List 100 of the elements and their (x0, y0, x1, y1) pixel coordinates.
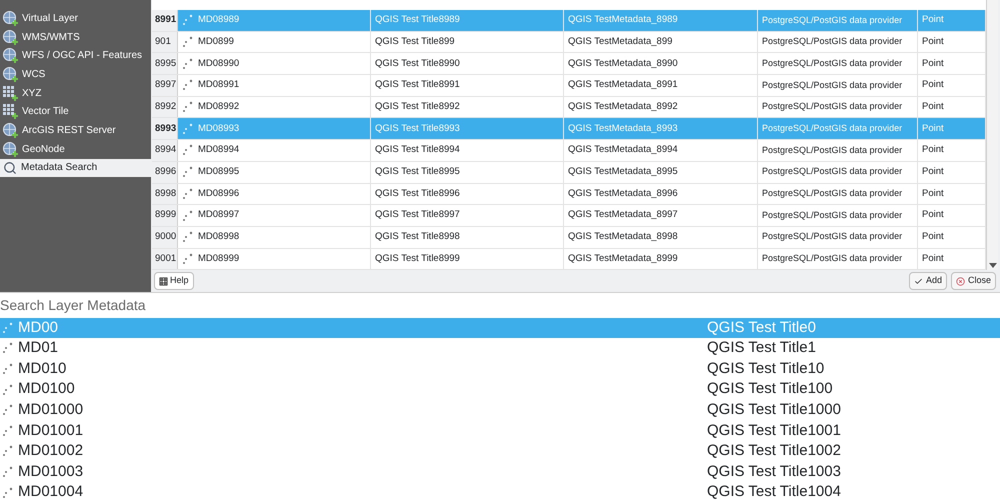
sidebar-item[interactable]: ArcGIS REST Server (0, 121, 151, 140)
close-icon (956, 276, 965, 286)
result-id: MD00 (18, 318, 60, 338)
table-cell: PostgreSQL/PostGIS data provider (758, 184, 918, 204)
result-row[interactable]: MD01003 QGIS Test Title1003 (0, 462, 1000, 482)
point-layer-icon (2, 404, 14, 416)
result-id: MD01004 (18, 482, 84, 500)
table-row[interactable]: 8996 MD08995 QGIS Test Title8995 QGIS TestMetadata_8995 PostgreSQL/PostGIS data provider Point (152, 162, 986, 184)
grid-plus-icon (3, 104, 18, 120)
table-cell: QGIS TestMetadata_8998 (564, 226, 758, 248)
table-cell: PostgreSQL/PostGIS data provider (758, 96, 918, 118)
table-cell: PostgreSQL/PostGIS data provider (758, 226, 918, 248)
table-cell: QGIS Test Title8994 (371, 140, 564, 161)
point-layer-icon (182, 36, 194, 48)
scroll-down-icon[interactable] (988, 263, 996, 268)
close-button[interactable]: Close (950, 272, 996, 290)
table-cell: PostgreSQL/PostGIS data provider (758, 118, 918, 140)
result-title: QGIS Test Title1001 (707, 420, 841, 441)
table-cell: PostgreSQL/PostGIS data provider (758, 248, 918, 270)
result-id: MD010 (18, 358, 68, 379)
table-cell: PostgreSQL/PostGIS data provider (758, 53, 918, 74)
scrollbar[interactable] (986, 0, 998, 270)
table-row[interactable]: 8999 MD08997 QGIS Test Title8997 QGIS TestMetadata_8997 PostgreSQL/PostGIS data provider Point (152, 205, 986, 227)
table-cell: MD08992 (178, 96, 371, 118)
row-header: 9001 (152, 248, 178, 270)
result-row[interactable]: MD01001 QGIS Test Title1001 (0, 420, 1000, 442)
sidebar-item[interactable]: WCS (0, 65, 151, 84)
row-header: 8991 (152, 10, 178, 31)
result-id: MD0100 (18, 379, 76, 400)
table-row[interactable]: 8993 MD08993 QGIS Test Title8993 QGIS TestMetadata_8993 PostgreSQL/PostGIS data provider Point (152, 118, 986, 140)
table-cell: QGIS TestMetadata_8989 (564, 10, 758, 31)
table-row[interactable]: 8991 MD08989 QGIS Test Title8989 QGIS TestMetadata_8989 PostgreSQL/PostGIS data provider Point (152, 10, 986, 32)
row-header: 8997 (152, 75, 178, 96)
table-row[interactable]: 901 MD0899 QGIS Test Title899 QGIS TestMetadata_899 PostgreSQL/PostGIS data provider Point (152, 32, 986, 54)
table-cell: MD08990 (178, 53, 371, 74)
table-row[interactable]: 9001 MD08999 QGIS Test Title8999 QGIS TestMetadata_8999 PostgreSQL/PostGIS data provider Point (152, 248, 986, 270)
sidebar-item[interactable]: WMS/WMTS (0, 28, 151, 46)
row-header: 8995 (152, 53, 178, 74)
result-id: MD01002 (18, 441, 84, 462)
point-layer-icon (182, 210, 194, 222)
row-header: 901 (152, 32, 178, 52)
sidebar-item[interactable]: Virtual Layer (0, 9, 151, 28)
help-button[interactable]: Help (154, 272, 194, 290)
table-cell: QGIS Test Title8990 (371, 53, 564, 74)
point-layer-icon (2, 466, 14, 478)
table-cell: PostgreSQL/PostGIS data provider (758, 75, 918, 96)
table-cell: QGIS Test Title899 (371, 32, 564, 52)
result-id: MD01001 (18, 420, 84, 441)
point-layer-icon (182, 252, 194, 265)
point-layer-icon (182, 58, 194, 70)
table-cell: MD08989 (178, 10, 371, 31)
table-cell: MD08999 (178, 248, 371, 270)
result-title: QGIS Test Title1 (707, 338, 816, 358)
table-cell: QGIS TestMetadata_8997 (564, 205, 758, 226)
globe-plus-icon (3, 66, 18, 82)
result-row[interactable]: MD010 QGIS Test Title10 (0, 358, 1000, 380)
sidebar-item[interactable]: GeoNode (0, 140, 151, 158)
sidebar-item[interactable]: Vector Tile (0, 102, 151, 122)
sidebar-item[interactable]: WFS / OGC API - Features (0, 46, 151, 66)
point-layer-icon (182, 166, 194, 178)
result-row[interactable]: MD01002 QGIS Test Title1002 (0, 441, 1000, 462)
result-id: MD01 (18, 338, 60, 358)
table-cell: QGIS TestMetadata_8999 (564, 248, 758, 270)
table-cell: QGIS Test Title8991 (371, 75, 564, 96)
table-cell: PostgreSQL/PostGIS data provider (758, 32, 918, 52)
point-layer-icon (182, 79, 194, 92)
table-row[interactable]: 8994 MD08994 QGIS Test Title8994 QGIS TestMetadata_8994 PostgreSQL/PostGIS data provider Point (152, 140, 986, 162)
grid-plus-icon (3, 86, 18, 101)
table-row[interactable]: 8995 MD08990 QGIS Test Title8990 QGIS TestMetadata_8990 PostgreSQL/PostGIS data provider Point (152, 53, 986, 76)
globe-plus-icon (3, 122, 18, 138)
table-cell: QGIS Test Title8992 (371, 96, 564, 118)
point-layer-icon (2, 486, 14, 499)
result-row[interactable]: MD01 QGIS Test Title1 (0, 338, 1000, 359)
table-cell: QGIS TestMetadata_8993 (564, 118, 758, 140)
check-icon (914, 276, 923, 286)
result-title: QGIS Test Title1003 (707, 462, 841, 482)
point-layer-icon (2, 342, 14, 354)
table-cell: PostgreSQL/PostGIS data provider (758, 10, 918, 31)
table-cell: QGIS Test Title8993 (371, 118, 564, 140)
point-layer-icon (182, 101, 194, 114)
result-row[interactable]: MD0100 QGIS Test Title100 (0, 379, 1000, 400)
globe-plus-icon (3, 48, 18, 64)
sidebar-item[interactable]: Metadata Search (0, 158, 151, 178)
table-row[interactable]: 8998 MD08996 QGIS Test Title8996 QGIS TestMetadata_8996 PostgreSQL/PostGIS data provider Point (152, 184, 986, 206)
table-cell: MD08997 (178, 205, 371, 226)
table-row[interactable]: 8997 MD08991 QGIS Test Title8991 QGIS TestMetadata_8991 PostgreSQL/PostGIS data provider Point (152, 75, 986, 97)
table-row[interactable]: 9000 MD08998 QGIS Test Title8998 QGIS TestMetadata_8998 PostgreSQL/PostGIS data provider Point (152, 226, 986, 249)
result-title: QGIS Test Title1004 (707, 482, 841, 500)
result-row[interactable]: MD01000 QGIS Test Title1000 (0, 400, 1000, 420)
result-row[interactable]: MD01004 QGIS Test Title1004 (0, 482, 1000, 500)
table-cell: QGIS TestMetadata_8991 (564, 75, 758, 96)
table-cell: QGIS Test Title8997 (371, 205, 564, 226)
add-button[interactable]: Add (908, 272, 947, 290)
result-title: QGIS Test Title100 (707, 379, 833, 400)
table-cell: QGIS Test Title8998 (371, 226, 564, 248)
point-layer-icon (182, 188, 194, 200)
point-layer-icon (182, 14, 194, 26)
table-cell: QGIS Test Title8989 (371, 10, 564, 31)
table-cell: PostgreSQL/PostGIS data provider (758, 162, 918, 182)
sidebar-item[interactable]: XYZ (0, 84, 151, 102)
